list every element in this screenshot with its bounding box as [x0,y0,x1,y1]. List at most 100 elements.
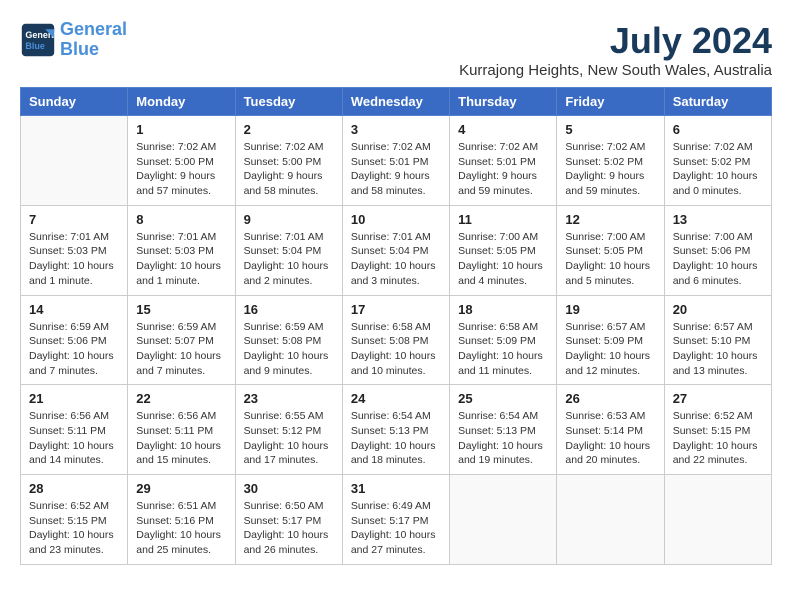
day-number: 9 [244,212,334,227]
day-number: 19 [565,302,655,317]
day-number: 25 [458,391,548,406]
weekday-header-tuesday: Tuesday [235,88,342,116]
day-info: Sunrise: 6:52 AMSunset: 5:15 PMDaylight:… [29,499,119,558]
day-info: Sunrise: 7:00 AMSunset: 5:05 PMDaylight:… [458,230,548,289]
empty-cell [450,475,557,565]
calendar-day-6: 6 Sunrise: 7:02 AMSunset: 5:02 PMDaylight… [664,116,771,206]
day-info: Sunrise: 7:01 AMSunset: 5:03 PMDaylight:… [136,230,226,289]
day-info: Sunrise: 6:49 AMSunset: 5:17 PMDaylight:… [351,499,441,558]
day-info: Sunrise: 7:00 AMSunset: 5:05 PMDaylight:… [565,230,655,289]
day-info: Sunrise: 7:02 AMSunset: 5:01 PMDaylight:… [458,140,548,199]
calendar-day-28: 28 Sunrise: 6:52 AMSunset: 5:15 PMDayligh… [21,475,128,565]
calendar-week-5: 28 Sunrise: 6:52 AMSunset: 5:15 PMDayligh… [21,475,772,565]
calendar-table: SundayMondayTuesdayWednesdayThursdayFrid… [20,87,772,565]
calendar-day-15: 15 Sunrise: 6:59 AMSunset: 5:07 PMDayligh… [128,295,235,385]
day-info: Sunrise: 6:55 AMSunset: 5:12 PMDaylight:… [244,409,334,468]
calendar-day-21: 21 Sunrise: 6:56 AMSunset: 5:11 PMDayligh… [21,385,128,475]
calendar-day-2: 2Sunrise: 7:02 AMSunset: 5:00 PMDaylight… [235,116,342,206]
empty-cell [557,475,664,565]
day-number: 10 [351,212,441,227]
day-number: 28 [29,481,119,496]
day-number: 22 [136,391,226,406]
day-number: 15 [136,302,226,317]
calendar-day-4: 4 Sunrise: 7:02 AMSunset: 5:01 PMDaylight… [450,116,557,206]
day-number: 14 [29,302,119,317]
page-header: General Blue General Blue July 2024 Kurr… [20,20,772,79]
day-info: Sunrise: 6:56 AMSunset: 5:11 PMDaylight:… [29,409,119,468]
day-info: Sunrise: 7:00 AMSunset: 5:06 PMDaylight:… [673,230,763,289]
day-number: 23 [244,391,334,406]
calendar-day-26: 26 Sunrise: 6:53 AMSunset: 5:14 PMDayligh… [557,385,664,475]
day-info: Sunrise: 6:52 AMSunset: 5:15 PMDaylight:… [673,409,763,468]
weekday-header-row: SundayMondayTuesdayWednesdayThursdayFrid… [21,88,772,116]
calendar-day-16: 16 Sunrise: 6:59 AMSunset: 5:08 PMDayligh… [235,295,342,385]
calendar-week-1: 1 Sunrise: 7:02 AMSunset: 5:00 PMDaylight… [21,116,772,206]
calendar-day-20: 20 Sunrise: 6:57 AMSunset: 5:10 PMDayligh… [664,295,771,385]
day-number: 30 [244,481,334,496]
calendar-week-2: 7 Sunrise: 7:01 AMSunset: 5:03 PMDaylight… [21,205,772,295]
calendar-day-10: 10 Sunrise: 7:01 AMSunset: 5:04 PMDayligh… [342,205,449,295]
day-number: 20 [673,302,763,317]
calendar-day-18: 18 Sunrise: 6:58 AMSunset: 5:09 PMDayligh… [450,295,557,385]
day-number: 2 [244,122,334,137]
day-info: Sunrise: 7:01 AMSunset: 5:03 PMDaylight:… [29,230,119,289]
day-number: 5 [565,122,655,137]
day-info: Sunrise: 6:51 AMSunset: 5:16 PMDaylight:… [136,499,226,558]
weekday-header-wednesday: Wednesday [342,88,449,116]
calendar-day-9: 9Sunrise: 7:01 AMSunset: 5:04 PMDaylight… [235,205,342,295]
day-info: Sunrise: 7:02 AMSunset: 5:02 PMDaylight:… [673,140,763,199]
day-info: Sunrise: 6:59 AMSunset: 5:08 PMDaylight:… [244,320,334,379]
calendar-day-8: 8 Sunrise: 7:01 AMSunset: 5:03 PMDaylight… [128,205,235,295]
day-number: 24 [351,391,441,406]
weekday-header-saturday: Saturday [664,88,771,116]
day-number: 7 [29,212,119,227]
day-number: 4 [458,122,548,137]
day-number: 1 [136,122,226,137]
calendar-day-19: 19Sunrise: 6:57 AMSunset: 5:09 PMDayligh… [557,295,664,385]
day-info: Sunrise: 7:01 AMSunset: 5:04 PMDaylight:… [351,230,441,289]
day-number: 8 [136,212,226,227]
calendar-day-31: 31 Sunrise: 6:49 AMSunset: 5:17 PMDayligh… [342,475,449,565]
day-number: 27 [673,391,763,406]
day-info: Sunrise: 6:59 AMSunset: 5:07 PMDaylight:… [136,320,226,379]
day-info: Sunrise: 6:57 AMSunset: 5:10 PMDaylight:… [673,320,763,379]
title-block: July 2024 Kurrajong Heights, New South W… [459,20,772,79]
day-number: 26 [565,391,655,406]
weekday-header-thursday: Thursday [450,88,557,116]
calendar-day-1: 1 Sunrise: 7:02 AMSunset: 5:00 PMDaylight… [128,116,235,206]
calendar-day-25: 25Sunrise: 6:54 AMSunset: 5:13 PMDayligh… [450,385,557,475]
day-info: Sunrise: 6:58 AMSunset: 5:08 PMDaylight:… [351,320,441,379]
day-number: 3 [351,122,441,137]
day-number: 6 [673,122,763,137]
calendar-body: 1 Sunrise: 7:02 AMSunset: 5:00 PMDaylight… [21,116,772,565]
calendar-day-13: 13Sunrise: 7:00 AMSunset: 5:06 PMDayligh… [664,205,771,295]
empty-cell [664,475,771,565]
calendar-week-4: 21 Sunrise: 6:56 AMSunset: 5:11 PMDayligh… [21,385,772,475]
calendar-day-29: 29 Sunrise: 6:51 AMSunset: 5:16 PMDayligh… [128,475,235,565]
calendar-week-3: 14Sunrise: 6:59 AMSunset: 5:06 PMDayligh… [21,295,772,385]
logo-icon: General Blue [20,22,56,58]
day-info: Sunrise: 6:56 AMSunset: 5:11 PMDaylight:… [136,409,226,468]
weekday-header-friday: Friday [557,88,664,116]
day-number: 29 [136,481,226,496]
day-number: 16 [244,302,334,317]
day-info: Sunrise: 7:02 AMSunset: 5:00 PMDaylight:… [136,140,226,199]
calendar-day-5: 5Sunrise: 7:02 AMSunset: 5:02 PMDaylight… [557,116,664,206]
calendar-day-22: 22 Sunrise: 6:56 AMSunset: 5:11 PMDayligh… [128,385,235,475]
calendar-day-3: 3Sunrise: 7:02 AMSunset: 5:01 PMDaylight… [342,116,449,206]
day-number: 12 [565,212,655,227]
day-number: 31 [351,481,441,496]
day-info: Sunrise: 6:53 AMSunset: 5:14 PMDaylight:… [565,409,655,468]
day-number: 21 [29,391,119,406]
weekday-header-monday: Monday [128,88,235,116]
day-info: Sunrise: 6:50 AMSunset: 5:17 PMDaylight:… [244,499,334,558]
calendar-day-12: 12 Sunrise: 7:00 AMSunset: 5:05 PMDayligh… [557,205,664,295]
empty-cell [21,116,128,206]
calendar-day-27: 27 Sunrise: 6:52 AMSunset: 5:15 PMDayligh… [664,385,771,475]
day-info: Sunrise: 6:58 AMSunset: 5:09 PMDaylight:… [458,320,548,379]
day-number: 18 [458,302,548,317]
day-number: 17 [351,302,441,317]
day-number: 11 [458,212,548,227]
calendar-day-7: 7 Sunrise: 7:01 AMSunset: 5:03 PMDaylight… [21,205,128,295]
calendar-day-14: 14Sunrise: 6:59 AMSunset: 5:06 PMDayligh… [21,295,128,385]
